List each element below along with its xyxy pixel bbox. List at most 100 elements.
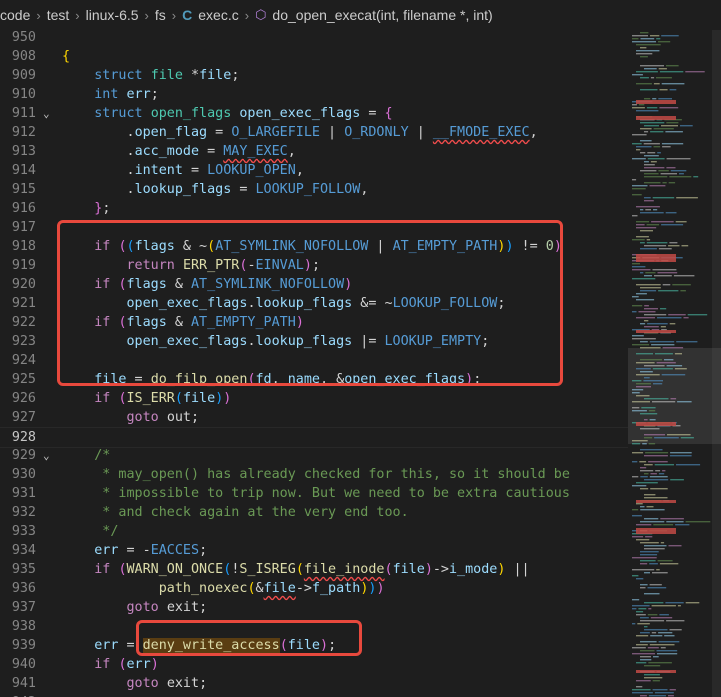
code-line[interactable]: 931 * impossible to trip now. But we nee… bbox=[0, 484, 628, 503]
minimap-code-mark bbox=[636, 110, 659, 112]
code-line[interactable]: 924 bbox=[0, 351, 628, 370]
minimap-code-mark bbox=[636, 53, 653, 55]
minimap-code-mark bbox=[638, 104, 645, 106]
minimap-code-mark bbox=[644, 545, 667, 547]
code-line[interactable]: 912 .open_flag = O_LARGEFILE | O_RDONLY … bbox=[0, 123, 628, 142]
breadcrumb-item-linux[interactable]: linux-6.5 bbox=[86, 7, 139, 23]
code-line[interactable]: 940 if (err) bbox=[0, 655, 628, 674]
minimap-code-mark bbox=[636, 482, 658, 484]
minimap-code-mark bbox=[649, 476, 668, 478]
minimap-code-mark bbox=[632, 608, 637, 610]
code-line[interactable]: 925 file = do_filp_open(fd, name, &open_… bbox=[0, 370, 628, 389]
minimap-code-mark bbox=[652, 269, 677, 271]
minimap-code-mark bbox=[632, 305, 643, 307]
code-line[interactable]: 920 if (flags & AT_SYMLINK_NOFOLLOW) bbox=[0, 275, 628, 294]
code-line[interactable]: 911 ⌄ struct open_flags open_exec_flags =… bbox=[0, 104, 628, 123]
code-line[interactable]: 915 .lookup_flags = LOOKUP_FOLLOW, bbox=[0, 180, 628, 199]
minimap-code-mark bbox=[666, 65, 679, 67]
minimap-code-mark bbox=[632, 335, 644, 337]
code-line[interactable]: 950 bbox=[0, 30, 628, 47]
code-line[interactable]: 927 goto out; bbox=[0, 408, 628, 427]
minimap-code-mark bbox=[647, 158, 665, 160]
code-line[interactable]: 928 bbox=[0, 427, 628, 448]
breadcrumb-item-fs[interactable]: fs bbox=[155, 7, 166, 23]
code-line[interactable]: 910 int err; bbox=[0, 85, 628, 104]
code-line[interactable]: 933 */ bbox=[0, 522, 628, 541]
code-line[interactable]: 916 }; bbox=[0, 199, 628, 218]
code-line[interactable]: 936 path_noexec(&file->f_path))) bbox=[0, 579, 628, 598]
line-number: 932 bbox=[11, 505, 36, 520]
code-line[interactable]: 919 return ERR_PTR(-EINVAL); bbox=[0, 256, 628, 275]
minimap-code-mark bbox=[646, 242, 668, 244]
line-number: 923 bbox=[11, 334, 36, 349]
line-number: 942 bbox=[0, 693, 36, 697]
minimap-code-mark bbox=[644, 677, 663, 679]
minimap-code-mark bbox=[632, 605, 650, 607]
vertical-scrollbar[interactable] bbox=[712, 30, 721, 697]
code-line[interactable]: 934 err = -EACCES; bbox=[0, 541, 628, 560]
code-line[interactable]: 939 err = deny_write_access(file); bbox=[0, 636, 628, 655]
line-number: 925 bbox=[11, 372, 36, 387]
code-line[interactable]: 942 bbox=[0, 693, 628, 697]
minimap-code-mark bbox=[640, 77, 649, 79]
minimap-code-mark bbox=[640, 551, 659, 553]
minimap-code-mark bbox=[650, 617, 673, 619]
code-line[interactable]: 930 * may_open() has already checked for… bbox=[0, 465, 628, 484]
minimap-code-mark bbox=[640, 242, 645, 244]
minimap-code-mark bbox=[647, 614, 658, 616]
code-line[interactable]: 932 * and check again at the very end to… bbox=[0, 503, 628, 522]
minimap-code-mark bbox=[632, 410, 647, 412]
minimap-code-mark bbox=[640, 659, 652, 661]
code-line[interactable]: 937 goto exit; bbox=[0, 598, 628, 617]
line-number: 928 bbox=[11, 430, 36, 445]
code-line[interactable]: 917 bbox=[0, 218, 628, 237]
code-line[interactable]: 913 .acc_mode = MAY_EXEC, bbox=[0, 142, 628, 161]
minimap-code-mark bbox=[644, 419, 648, 421]
code-line[interactable]: 914 .intent = LOOKUP_OPEN, bbox=[0, 161, 628, 180]
breadcrumb-item-code[interactable]: code bbox=[0, 7, 30, 23]
code-line[interactable]: 929 ⌄ /* bbox=[0, 446, 628, 465]
minimap-code-mark bbox=[655, 353, 673, 355]
minimap-code-mark bbox=[644, 479, 669, 481]
minimap-code-mark bbox=[632, 509, 639, 511]
minimap-code-mark bbox=[652, 572, 668, 574]
line-number: 918 bbox=[11, 239, 36, 254]
code-line[interactable]: 918 if ((flags & ~(AT_SYMLINK_NOFOLLOW |… bbox=[0, 237, 628, 256]
fold-chevron-icon[interactable]: ⌄ bbox=[43, 446, 50, 465]
code-text: file = do_filp_open(fd, name, &open_exec… bbox=[94, 372, 482, 387]
minimap-code-mark bbox=[652, 680, 660, 682]
code-text: err = -EACCES; bbox=[94, 543, 208, 558]
minimap-code-mark bbox=[674, 368, 687, 370]
code-line[interactable]: 908 { bbox=[0, 47, 628, 66]
minimap-code-mark bbox=[642, 443, 647, 445]
breadcrumb-item-test[interactable]: test bbox=[47, 7, 70, 23]
minimap-code-mark bbox=[644, 173, 659, 175]
code-line[interactable]: 923 open_exec_flags.lookup_flags |= LOOK… bbox=[0, 332, 628, 351]
minimap-code-mark bbox=[644, 548, 665, 550]
minimap-code-mark bbox=[636, 44, 661, 46]
code-line[interactable]: 926 if (IS_ERR(file)) bbox=[0, 389, 628, 408]
minimap-code-mark bbox=[685, 602, 700, 604]
code-line[interactable]: 921 open_exec_flags.lookup_flags &= ~LOO… bbox=[0, 294, 628, 313]
line-number: 921 bbox=[11, 296, 36, 311]
breadcrumb-file[interactable]: exec.c bbox=[198, 7, 238, 23]
code-line[interactable]: 941 goto exit; bbox=[0, 674, 628, 693]
minimap-code-mark bbox=[632, 599, 640, 601]
fold-chevron-icon[interactable]: ⌄ bbox=[43, 104, 50, 123]
line-number: 909 bbox=[11, 68, 36, 83]
minimap-code-mark bbox=[640, 488, 649, 490]
minimap-code-mark bbox=[644, 176, 668, 178]
code-line[interactable]: 909 struct file *file; bbox=[0, 66, 628, 85]
minimap-code-mark bbox=[644, 602, 664, 604]
code-editor[interactable]: 950 908{909 struct file *file; 910 int err… bbox=[0, 30, 628, 697]
chevron-right-icon: › bbox=[144, 7, 149, 23]
breadcrumb-symbol[interactable]: do_open_execat(int, filename *, int) bbox=[272, 7, 492, 23]
code-line[interactable]: 938 bbox=[0, 617, 628, 636]
minimap[interactable] bbox=[628, 30, 721, 697]
minimap-code-mark bbox=[658, 632, 673, 634]
minimap-code-mark bbox=[637, 623, 650, 625]
code-line[interactable]: 922 if (flags & AT_EMPTY_PATH) bbox=[0, 313, 628, 332]
code-line[interactable]: 935 if (WARN_ON_ONCE(!S_ISREG(file_inode… bbox=[0, 560, 628, 579]
minimap-code-mark bbox=[632, 476, 639, 478]
minimap-code-mark bbox=[651, 605, 676, 607]
